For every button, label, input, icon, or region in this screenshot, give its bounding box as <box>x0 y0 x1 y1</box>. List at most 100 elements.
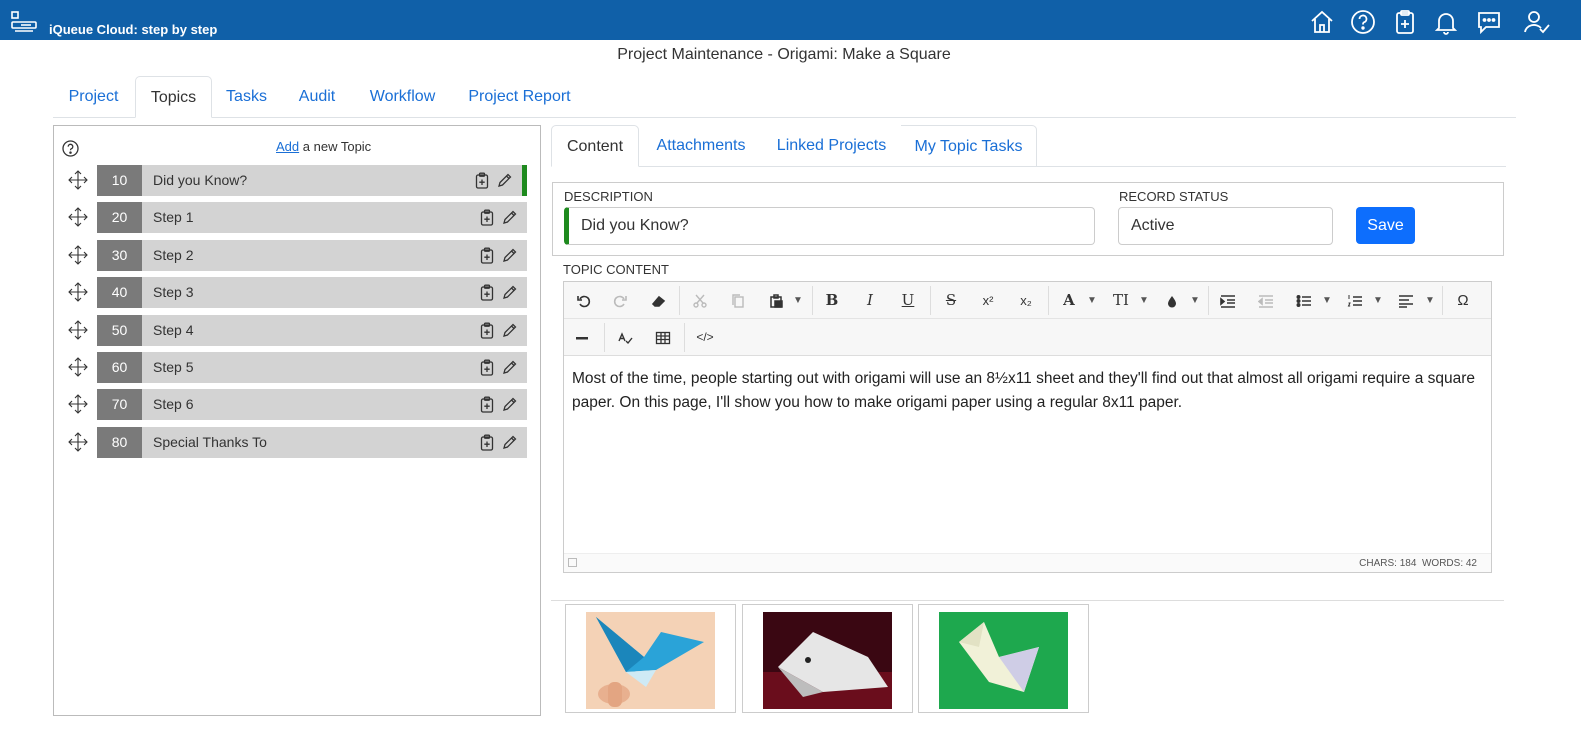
bullet-list-icon[interactable] <box>1294 288 1314 313</box>
topic-row[interactable]: 80 Special Thanks To <box>68 426 530 458</box>
paste-icon[interactable] <box>766 288 786 313</box>
pencil-icon[interactable] <box>496 172 513 189</box>
tab-content[interactable]: Content <box>551 125 639 167</box>
subscript-icon[interactable]: x₂ <box>1016 288 1036 313</box>
underline-icon[interactable]: U <box>898 288 918 313</box>
drag-handle-icon[interactable] <box>68 282 88 302</box>
outdent-icon[interactable] <box>1256 288 1276 313</box>
editor-content[interactable]: Most of the time, people starting out wi… <box>572 367 1477 415</box>
bullet-list-dropdown-icon[interactable]: ▼ <box>1322 288 1332 313</box>
app-logo-icon[interactable] <box>11 11 37 35</box>
copy-icon[interactable] <box>728 288 748 313</box>
superscript-icon[interactable]: x² <box>978 288 998 313</box>
topic-row[interactable]: 50 Step 4 <box>68 314 530 346</box>
topic-row[interactable]: 20 Step 1 <box>68 202 530 234</box>
topic-body[interactable]: Did you Know? <box>142 165 527 196</box>
drag-handle-icon[interactable] <box>68 245 88 265</box>
undo-icon[interactable] <box>574 288 594 313</box>
pencil-icon[interactable] <box>501 284 518 301</box>
drag-handle-icon[interactable] <box>68 394 88 415</box>
origami-bird-image[interactable] <box>939 612 1068 709</box>
tab-workflow[interactable]: Workflow <box>354 76 451 118</box>
tab-topics[interactable]: Topics <box>135 76 212 118</box>
image-thumbnail[interactable] <box>565 604 736 713</box>
topic-body[interactable]: Step 5 <box>142 352 527 383</box>
drag-handle-icon[interactable] <box>68 207 88 228</box>
numbered-list-icon[interactable] <box>1345 288 1365 313</box>
clipboard-add-icon[interactable] <box>479 434 495 451</box>
topic-body[interactable]: Step 1 <box>142 202 527 234</box>
clipboard-add-icon[interactable] <box>1392 9 1418 35</box>
image-thumbnail[interactable] <box>918 604 1089 713</box>
indent-icon[interactable] <box>1218 288 1238 313</box>
paste-dropdown-icon[interactable]: ▼ <box>793 288 803 313</box>
strikethrough-icon[interactable]: S <box>941 288 961 313</box>
tab-tasks[interactable]: Tasks <box>213 76 280 118</box>
align-dropdown-icon[interactable]: ▼ <box>1425 288 1435 313</box>
topic-row[interactable]: 60 Step 5 <box>68 352 530 383</box>
source-code-icon[interactable]: </> <box>695 325 715 350</box>
font-size-icon[interactable]: TI <box>1110 288 1132 313</box>
description-input[interactable]: Did you Know? <box>564 207 1095 245</box>
bell-icon[interactable] <box>1433 9 1459 35</box>
add-topic-link[interactable]: Add <box>276 139 299 154</box>
drag-handle-icon[interactable] <box>68 357 88 377</box>
horizontal-line-icon[interactable] <box>572 325 592 350</box>
topic-row[interactable]: 70 Step 6 <box>68 389 530 421</box>
spellcheck-icon[interactable] <box>615 325 635 350</box>
clipboard-add-icon[interactable] <box>479 359 495 376</box>
text-color-dropdown-icon[interactable]: ▼ <box>1190 288 1200 313</box>
tab-attachments[interactable]: Attachments <box>641 125 761 167</box>
eraser-icon[interactable] <box>648 288 668 313</box>
tab-project-report[interactable]: Project Report <box>452 76 587 118</box>
tab-audit[interactable]: Audit <box>281 76 353 118</box>
topic-row[interactable]: 40 Step 3 <box>68 277 530 309</box>
align-icon[interactable] <box>1396 288 1416 313</box>
origami-butterfly-image[interactable] <box>586 612 715 709</box>
cut-icon[interactable] <box>690 288 710 313</box>
redo-icon[interactable] <box>610 288 630 313</box>
pencil-icon[interactable] <box>501 322 518 339</box>
numbered-list-dropdown-icon[interactable]: ▼ <box>1373 288 1383 313</box>
italic-icon[interactable]: I <box>860 288 880 313</box>
drag-handle-icon[interactable] <box>68 319 88 340</box>
pencil-icon[interactable] <box>501 434 518 451</box>
clipboard-add-icon[interactable] <box>479 247 495 264</box>
font-family-dropdown-icon[interactable]: ▼ <box>1087 288 1097 313</box>
home-icon[interactable] <box>1309 9 1335 35</box>
topic-body[interactable]: Step 6 <box>142 389 527 421</box>
topic-body[interactable]: Step 2 <box>142 239 527 271</box>
font-family-icon[interactable]: A <box>1059 288 1079 313</box>
origami-frog-image[interactable] <box>763 612 892 709</box>
tab-project[interactable]: Project <box>53 76 134 118</box>
table-icon[interactable] <box>653 325 673 350</box>
clipboard-add-icon[interactable] <box>479 322 495 339</box>
tab-linked-projects[interactable]: Linked Projects <box>764 125 899 167</box>
chat-icon[interactable] <box>1476 9 1502 35</box>
topic-body[interactable]: Special Thanks To <box>142 426 527 458</box>
pencil-icon[interactable] <box>501 247 518 264</box>
special-character-icon[interactable]: Ω <box>1453 288 1473 313</box>
user-check-icon[interactable] <box>1524 9 1550 35</box>
image-thumbnail[interactable] <box>742 604 913 713</box>
pencil-icon[interactable] <box>501 359 518 376</box>
clipboard-add-icon[interactable] <box>479 396 495 414</box>
pencil-icon[interactable] <box>501 209 518 226</box>
bold-icon[interactable]: B <box>822 288 842 313</box>
pencil-icon[interactable] <box>501 396 518 413</box>
clipboard-add-icon[interactable] <box>479 284 495 301</box>
clipboard-add-icon[interactable] <box>479 209 495 227</box>
topic-row[interactable]: 10 Did you Know? <box>68 165 530 196</box>
help-icon[interactable] <box>1350 9 1376 35</box>
drag-handle-icon[interactable] <box>68 170 88 190</box>
save-button[interactable]: Save <box>1356 207 1415 244</box>
help-circle-icon[interactable] <box>62 140 79 157</box>
font-size-dropdown-icon[interactable]: ▼ <box>1139 288 1149 313</box>
tab-my-topic-tasks[interactable]: My Topic Tasks <box>901 125 1037 167</box>
topic-body[interactable]: Step 3 <box>142 277 527 309</box>
editor-expand-icon[interactable] <box>568 558 577 567</box>
clipboard-add-icon[interactable] <box>474 172 490 189</box>
drag-handle-icon[interactable] <box>68 432 88 452</box>
topic-row[interactable]: 30 Step 2 <box>68 239 530 271</box>
text-color-icon[interactable] <box>1162 288 1182 313</box>
